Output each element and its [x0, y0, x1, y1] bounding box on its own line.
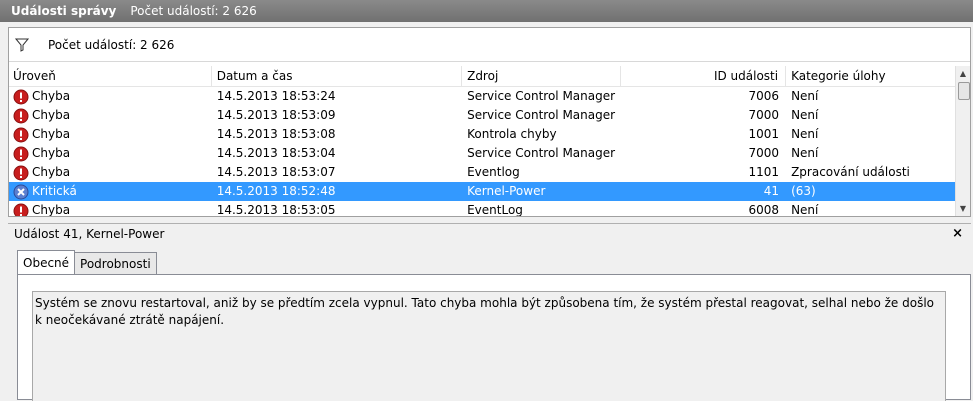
critical-icon [13, 184, 29, 200]
column-header-date[interactable]: Datum a čas [212, 66, 463, 86]
cell-date: 14.5.2013 18:53:05 [216, 203, 336, 216]
cell-category: Není [791, 146, 819, 160]
event-description[interactable]: Systém se znovu restartoval, aniž by se … [32, 291, 946, 401]
tab-general[interactable]: Obecné [17, 250, 76, 274]
cell-category: Není [791, 108, 819, 122]
column-header-category[interactable]: Kategorie úlohy [786, 66, 955, 86]
error-icon [13, 146, 29, 162]
table-row[interactable]: Chyba 14.5.2013 18:53:05 EventLog 6008 Není [9, 201, 955, 216]
cell-event-id: 7006 [748, 89, 780, 103]
table-row[interactable]: Chyba 14.5.2013 18:53:08 Kontrola chyby 100… [9, 125, 955, 144]
table-row[interactable]: Chyba 14.5.2013 18:53:07 Eventlog 1101 Zprac… [9, 163, 955, 182]
cell-level: Chyba [9, 87, 212, 106]
events-panel: Počet událostí: 2 626 Úroveň Datum a čas… [8, 27, 971, 217]
cell-source: Service Control Manager [467, 108, 616, 122]
column-header-level[interactable]: Úroveň [9, 66, 212, 86]
error-icon [13, 108, 29, 124]
cell-date: 14.5.2013 18:53:08 [216, 127, 336, 141]
error-icon [13, 127, 29, 143]
cell-date: 14.5.2013 18:52:48 [216, 184, 336, 198]
cell-level: Chyba [9, 201, 212, 216]
tab-content: Systém se znovu restartoval, aniž by se … [17, 274, 971, 401]
cell-level: Chyba [9, 106, 212, 125]
level-label: Chyba [32, 108, 71, 122]
level-label: Chyba [32, 127, 71, 141]
filter-icon[interactable] [14, 37, 30, 53]
cell-category: Není [791, 89, 819, 103]
column-header-event-id[interactable]: ID události [621, 66, 787, 86]
titlebar-event-count: Počet událostí: 2 626 [130, 4, 257, 18]
error-icon [13, 165, 29, 181]
cell-source: Service Control Manager [467, 89, 616, 103]
table-row[interactable]: Kritická 14.5.2013 18:52:48 Kernel-Power 41… [9, 182, 955, 201]
table-header: Úroveň Datum a čas Zdroj ID události Kat… [9, 66, 955, 87]
filter-count-label: Počet událostí: 2 626 [48, 37, 175, 52]
close-icon[interactable]: × [952, 226, 963, 241]
level-label: Chyba [32, 203, 71, 216]
cell-source: Service Control Manager [467, 146, 616, 160]
error-icon [13, 203, 29, 216]
tab-details[interactable]: Podrobnosti [74, 252, 157, 274]
detail-tabs: Obecné Podrobnosti [17, 250, 157, 274]
cell-level: Chyba [9, 144, 212, 163]
table-row[interactable]: Chyba 14.5.2013 18:53:09 Service Control M… [9, 106, 955, 125]
vertical-scrollbar[interactable]: ▲ ▼ [955, 66, 970, 216]
column-header-source[interactable]: Zdroj [462, 66, 622, 86]
scroll-down-icon[interactable]: ▼ [956, 201, 970, 216]
cell-event-id: 7000 [748, 146, 780, 160]
events-table: Úroveň Datum a čas Zdroj ID události Kat… [9, 66, 955, 216]
cell-level: Chyba [9, 163, 212, 182]
table-row[interactable]: Chyba 14.5.2013 18:53:24 Service Control M… [9, 87, 955, 106]
scroll-up-icon[interactable]: ▲ [956, 66, 970, 81]
table-row[interactable]: Chyba 14.5.2013 18:53:04 Service Control M… [9, 144, 955, 163]
cell-event-id: 41 [763, 184, 780, 198]
error-icon [13, 89, 29, 105]
event-detail-title: Událost 41, Kernel-Power [14, 226, 165, 241]
cell-date: 14.5.2013 18:53:07 [216, 165, 336, 179]
cell-event-id: 1101 [748, 165, 780, 179]
cell-source: Eventlog [467, 165, 520, 179]
cell-event-id: 1001 [748, 127, 780, 141]
cell-event-id: 7000 [748, 108, 780, 122]
cell-event-id: 6008 [748, 203, 780, 216]
level-label: Chyba [32, 165, 71, 179]
cell-level: Kritická [9, 182, 212, 201]
event-detail-header: Událost 41, Kernel-Power × [8, 223, 971, 243]
cell-category: Zpracování události [791, 165, 910, 179]
cell-source: Kontrola chyby [467, 127, 557, 141]
level-label: Kritická [32, 184, 77, 198]
cell-level: Chyba [9, 125, 212, 144]
cell-date: 14.5.2013 18:53:04 [216, 146, 336, 160]
level-label: Chyba [32, 89, 71, 103]
scroll-thumb[interactable] [958, 82, 970, 100]
cell-source: Kernel-Power [467, 184, 546, 198]
window-title: Události správy [11, 4, 117, 18]
cell-source: EventLog [467, 203, 523, 216]
table-body: Chyba 14.5.2013 18:53:24 Service Control M… [9, 87, 955, 216]
cell-date: 14.5.2013 18:53:24 [216, 89, 336, 103]
cell-category: Není [791, 127, 819, 141]
cell-category: (63) [791, 184, 816, 198]
level-label: Chyba [32, 146, 71, 160]
cell-category: Není [791, 203, 819, 216]
filter-bar: Počet událostí: 2 626 [9, 28, 970, 62]
window-titlebar: Události správy Počet událostí: 2 626 [0, 0, 973, 22]
cell-date: 14.5.2013 18:53:09 [216, 108, 336, 122]
